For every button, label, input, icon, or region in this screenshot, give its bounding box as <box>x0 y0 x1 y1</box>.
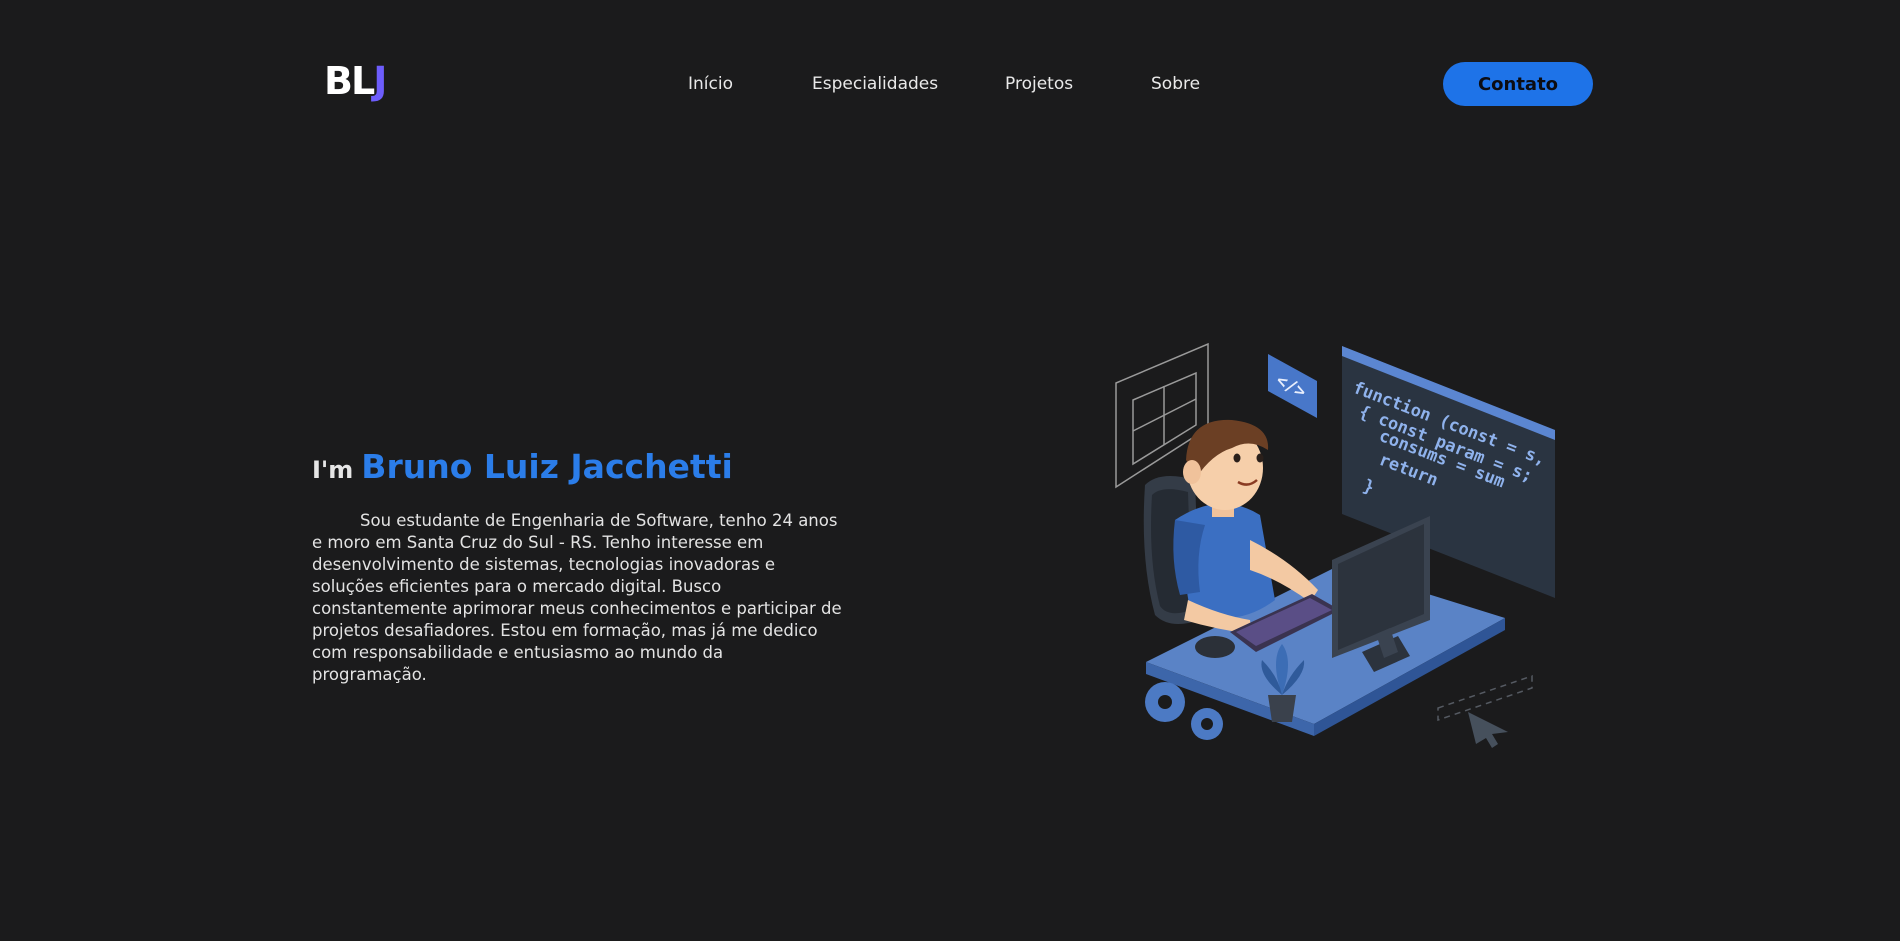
cursor-icon <box>1437 674 1533 748</box>
nav-link-especialidades[interactable]: Especialidades <box>812 72 938 96</box>
hero-bio: Sou estudante de Engenharia de Software,… <box>312 511 842 684</box>
nav-link-sobre[interactable]: Sobre <box>1151 72 1200 96</box>
nav-link-inicio[interactable]: Início <box>688 72 733 96</box>
developer-illustration: </> function (const = s, { const param =… <box>1115 342 1555 748</box>
logo[interactable]: BL J <box>324 58 387 104</box>
hero-title: I'm Bruno Luiz Jacchetti <box>312 447 733 491</box>
hero-name: Bruno Luiz Jacchetti <box>361 447 733 486</box>
mouse <box>1195 636 1235 658</box>
logo-text-accent: J <box>373 59 387 103</box>
contact-button[interactable]: Contato <box>1443 62 1593 106</box>
code-tag-icon: </> <box>1268 354 1317 418</box>
hero-prefix: I'm <box>312 456 354 484</box>
nav-link-projetos[interactable]: Projetos <box>1005 72 1073 96</box>
site-header: BL J Início Especialidades Projetos Sobr… <box>0 0 1900 170</box>
logo-text-primary: BL <box>324 59 375 103</box>
